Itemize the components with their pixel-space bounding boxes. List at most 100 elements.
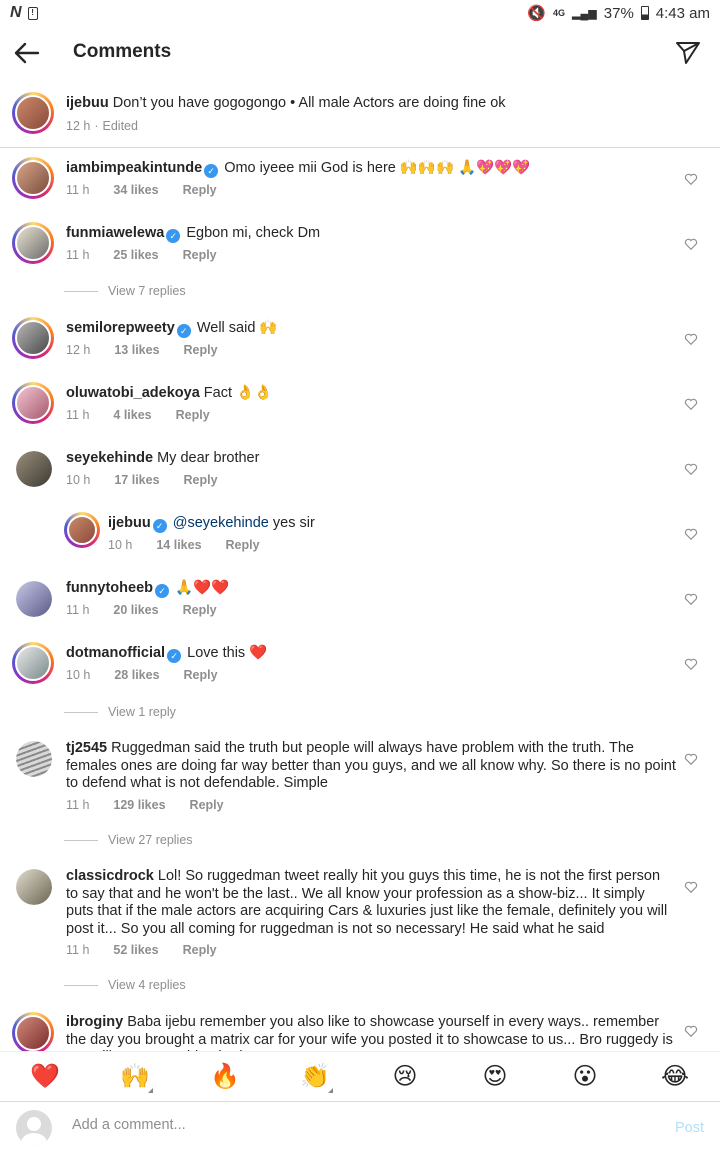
comment-username[interactable]: iambimpeakintunde [66,160,202,176]
comment-likes[interactable]: 4 likes [113,408,151,422]
avatar[interactable] [16,451,52,487]
avatar[interactable] [12,317,54,359]
like-heart-icon[interactable] [684,657,698,671]
comment-username[interactable]: ijebuu [108,515,151,531]
avatar[interactable] [12,1012,54,1051]
reply-button[interactable]: Reply [184,668,218,682]
avatar[interactable] [16,741,52,777]
comment-item: ibroginy Baba ijebu remember you also li… [0,1010,720,1051]
emoji-raised-hands-button[interactable]: 🙌 [115,1057,155,1097]
mute-icon: 🔇 [527,5,547,22]
view-replies-label: View 1 reply [108,705,176,719]
comment-likes[interactable]: 13 likes [114,343,159,357]
sim-alert-icon: ! [27,6,38,20]
comment-composer: Post [0,1101,720,1152]
caption-text: Don’t you have gogogongo • All male Acto… [112,95,506,111]
comment-item: oluwatobi_adekoya Fact 👌👌 11 h 4 likes R… [0,377,720,437]
reply-button[interactable]: Reply [190,798,224,812]
like-heart-icon[interactable] [684,1024,698,1038]
like-heart-icon[interactable] [684,237,698,251]
comment-input[interactable] [72,1117,632,1133]
view-replies-button[interactable]: View 27 replies [64,833,193,847]
send-icon[interactable] [674,38,702,66]
divider [64,984,98,986]
like-heart-icon[interactable] [684,462,698,476]
skin-tone-indicator-icon [148,1087,153,1093]
post-button[interactable]: Post [675,1120,704,1136]
avatar[interactable] [12,642,54,684]
emoji-fire-button[interactable]: 🔥 [205,1057,245,1097]
like-heart-icon[interactable] [684,172,698,186]
battery-percent: 37% [603,4,634,22]
emoji-heart-eyes-button[interactable]: 😍 [475,1057,515,1097]
emoji-clap-button[interactable]: 👏 [295,1057,335,1097]
comment-time: 11 h [66,183,90,197]
arrow-left-icon[interactable] [12,38,42,68]
reply-button[interactable]: Reply [183,248,217,262]
comment-username[interactable]: tj2545 [66,740,107,756]
avatar[interactable] [12,157,54,199]
avatar[interactable] [16,581,52,617]
comment-username[interactable]: oluwatobi_adekoya [66,385,200,401]
comment-likes[interactable]: 52 likes [113,943,158,957]
comment-time: 11 h [66,943,90,957]
reply-button[interactable]: Reply [184,343,218,357]
avatar[interactable] [64,512,100,548]
comment-time: 10 h [66,473,91,487]
avatar[interactable] [12,222,54,264]
current-user-avatar [16,1110,52,1146]
like-heart-icon[interactable] [684,752,698,766]
emoji-laughing-button[interactable]: 😂 [655,1057,695,1097]
comment-item: funnytoheeb ✓ 🙏❤️❤️ 11 h 20 likes Reply [0,572,720,632]
reply-button[interactable]: Reply [226,538,260,552]
verified-badge-icon: ✓ [167,649,182,663]
comment-username[interactable]: funmiawelewa [66,225,164,241]
mention-link[interactable]: @seyekehinde [173,515,269,531]
comment-username[interactable]: funnytoheeb [66,580,153,596]
emoji-crying-button[interactable]: 😢 [385,1057,425,1097]
emoji-surprised-button[interactable]: 😮 [565,1057,605,1097]
comment-text: My dear brother [157,450,260,466]
emoji-heart-button[interactable]: ❤️ [25,1057,65,1097]
comment-username[interactable]: classicdrock [66,868,154,884]
view-replies-button[interactable]: View 4 replies [64,978,186,992]
like-heart-icon[interactable] [684,527,698,541]
view-replies-button[interactable]: View 7 replies [64,284,186,298]
comment-item: tj2545 Ruggedman said the truth but peop… [0,732,720,822]
comment-username[interactable]: dotmanofficial [66,645,165,661]
battery-icon [640,6,649,20]
like-heart-icon[interactable] [684,332,698,346]
reply-button[interactable]: Reply [176,408,210,422]
comment-likes[interactable]: 17 likes [114,473,159,487]
reply-button[interactable]: Reply [184,473,218,487]
comment-username[interactable]: semilorepweety [66,320,175,336]
avatar[interactable] [12,92,54,134]
comment-username[interactable]: ibroginy [66,1014,123,1030]
verified-badge-icon: ✓ [155,584,169,598]
verified-badge-icon: ✓ [204,164,219,178]
reply-button[interactable]: Reply [183,943,217,957]
comment-username[interactable]: seyekehinde [66,450,153,466]
avatar[interactable] [12,382,54,424]
comment-likes[interactable]: 28 likes [114,668,159,682]
caption-username[interactable]: ijebuu [66,95,109,111]
comment-time: 11 h [66,408,90,422]
comment-text: Ruggedman said the truth but people will… [66,740,676,791]
reply-button[interactable]: Reply [183,603,217,617]
comment-likes[interactable]: 34 likes [113,183,158,197]
comment-likes[interactable]: 14 likes [156,538,201,552]
reply-button[interactable]: Reply [183,183,217,197]
comment-text: 🙏❤️❤️ [175,580,230,596]
comment-text: Fact 👌👌 [203,385,273,401]
like-heart-icon[interactable] [684,880,698,894]
comment-likes[interactable]: 129 likes [113,798,165,812]
comment-text: Well said 🙌 [196,320,278,336]
comment-likes[interactable]: 20 likes [113,603,158,617]
view-replies-button[interactable]: View 1 reply [64,705,176,719]
like-heart-icon[interactable] [684,397,698,411]
comment-text: Baba ijebu remember you also like to sho… [66,1014,673,1051]
avatar[interactable] [16,869,52,905]
skin-tone-indicator-icon [328,1087,333,1093]
comment-likes[interactable]: 25 likes [113,248,158,262]
like-heart-icon[interactable] [684,592,698,606]
